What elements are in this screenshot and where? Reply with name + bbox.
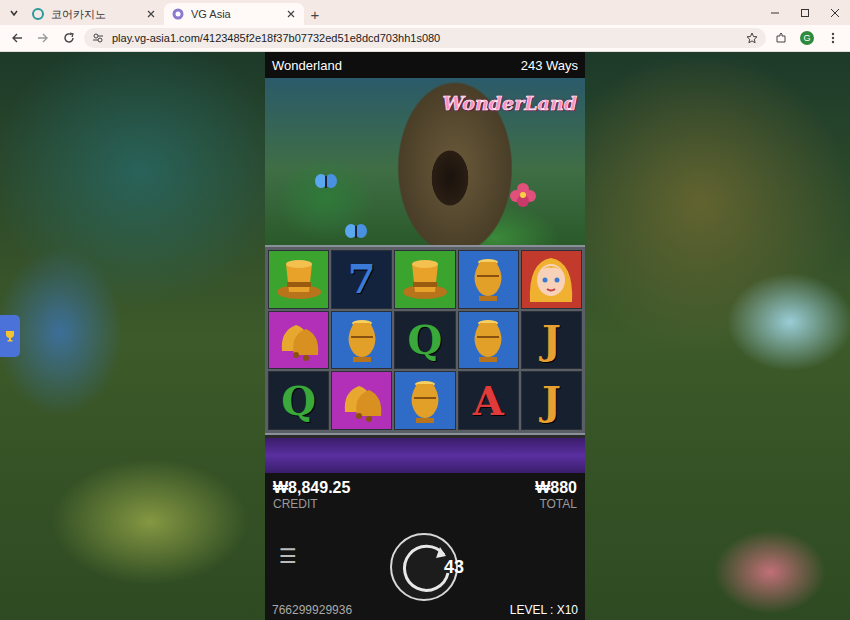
reload-button[interactable] xyxy=(58,27,80,49)
balance-row: ₩8,849.25CREDIT ₩880TOTAL xyxy=(265,473,585,511)
card-symbol: J xyxy=(542,381,561,421)
close-icon[interactable] xyxy=(146,9,156,19)
game-header: Wonderland 243 Ways xyxy=(265,52,585,78)
butterfly-icon xyxy=(345,223,367,241)
hat-icon xyxy=(398,252,452,306)
reel-symbol xyxy=(268,250,329,309)
browser-tab[interactable]: 코어카지노 xyxy=(24,3,164,25)
star-icon[interactable] xyxy=(746,32,758,44)
puzzle-icon[interactable] xyxy=(775,32,787,44)
butterfly-icon xyxy=(315,173,337,191)
reel-symbol: 7 xyxy=(331,250,392,309)
reel-symbol xyxy=(458,250,519,309)
reel-symbol: J xyxy=(521,311,582,370)
card-symbol: Q xyxy=(408,320,443,360)
total-label: TOTAL xyxy=(539,497,577,511)
reel-grid: 7QJQAJ xyxy=(265,245,585,435)
forward-button[interactable] xyxy=(32,27,54,49)
credit-value: ₩8,849.25 xyxy=(273,479,350,497)
credit-block: ₩8,849.25CREDIT xyxy=(273,479,350,511)
win-bar xyxy=(265,435,585,473)
reel-symbol xyxy=(394,371,455,430)
forward-arrow-icon[interactable] xyxy=(37,32,49,44)
game-banner: WonderLand xyxy=(265,78,585,245)
total-bet-block[interactable]: ₩880TOTAL xyxy=(535,479,577,511)
pot-icon xyxy=(461,313,515,367)
back-button[interactable] xyxy=(6,27,28,49)
autospin-arrow-icon[interactable] xyxy=(384,537,444,597)
total-value[interactable]: ₩880 xyxy=(535,479,577,497)
reel-symbol xyxy=(521,250,582,309)
page-content: Wonderland243 WaysWonderLand7QJQAJ₩8,849… xyxy=(0,52,850,620)
minimize-button[interactable] xyxy=(760,8,790,18)
reel-symbol: A xyxy=(458,371,519,430)
card-symbol: J xyxy=(542,320,561,360)
url-field[interactable]: play.vg-asia1.com/4123485f2e18f37b07732e… xyxy=(84,28,766,48)
site-info-icon[interactable] xyxy=(92,32,104,44)
address-bar: play.vg-asia1.com/4123485f2e18f37b07732e… xyxy=(0,25,850,52)
round-id: 766299929936 xyxy=(272,603,352,617)
profile-avatar[interactable]: G xyxy=(800,31,814,45)
card-symbol: Q xyxy=(281,381,316,421)
side-panel-tab[interactable] xyxy=(0,315,20,357)
close-icon[interactable] xyxy=(830,8,840,18)
vg-favicon-icon xyxy=(172,8,184,20)
maximize-icon[interactable] xyxy=(800,8,810,18)
extensions-button[interactable] xyxy=(770,27,792,49)
kebab-menu-icon[interactable] xyxy=(831,32,835,44)
pot-icon xyxy=(398,374,452,428)
alice-icon xyxy=(524,252,578,306)
reel-symbol: J xyxy=(521,371,582,430)
autospin-count[interactable]: 43 xyxy=(444,557,464,578)
game-title: Wonderland xyxy=(272,58,342,73)
new-tab-button[interactable]: + xyxy=(304,3,326,25)
spin-button[interactable]: 43 xyxy=(390,533,458,601)
window-controls xyxy=(760,0,850,25)
globe-icon xyxy=(32,8,44,20)
url-text[interactable]: play.vg-asia1.com/4123485f2e18f37b07732e… xyxy=(112,32,738,44)
game-footer: 766299929936 LEVEL : X10 xyxy=(265,600,585,620)
bell-icon xyxy=(335,374,389,428)
card-symbol: 7 xyxy=(348,259,376,299)
back-arrow-icon[interactable] xyxy=(11,32,23,44)
pot-icon xyxy=(335,313,389,367)
maximize-button[interactable] xyxy=(790,8,820,18)
ways-label: 243 Ways xyxy=(521,58,578,73)
slot-game: Wonderland243 WaysWonderLand7QJQAJ₩8,849… xyxy=(265,52,585,620)
reel-symbol xyxy=(268,311,329,370)
close-window-button[interactable] xyxy=(820,8,850,18)
game-controls: ☰ 43 xyxy=(265,511,585,600)
tab-bar: 코어카지노 VG Asia + xyxy=(0,0,850,25)
bell-icon xyxy=(272,313,326,367)
profile-button[interactable]: G xyxy=(796,27,818,49)
card-symbol: A xyxy=(473,381,504,421)
flower-icon xyxy=(510,183,536,207)
pot-icon xyxy=(461,252,515,306)
tab-label: 코어카지노 xyxy=(51,7,139,22)
trophy-icon[interactable] xyxy=(5,330,15,342)
level-label: LEVEL : X10 xyxy=(510,603,578,617)
reel-symbol xyxy=(331,371,392,430)
reel-symbol xyxy=(331,311,392,370)
credit-label: CREDIT xyxy=(273,497,350,511)
game-menu-button[interactable]: ☰ xyxy=(279,544,299,568)
tab-label: VG Asia xyxy=(191,8,279,20)
chevron-down-icon[interactable] xyxy=(9,8,19,18)
reel-symbol: Q xyxy=(268,371,329,430)
minimize-icon[interactable] xyxy=(770,8,780,18)
hat-icon xyxy=(272,252,326,306)
close-icon[interactable] xyxy=(286,9,296,19)
browser-menu-button[interactable] xyxy=(822,27,844,49)
tab-search[interactable] xyxy=(4,0,24,25)
browser-tab[interactable]: VG Asia xyxy=(164,3,304,25)
reel-symbol xyxy=(458,311,519,370)
reel-symbol xyxy=(394,250,455,309)
reel-symbol: Q xyxy=(394,311,455,370)
reload-icon[interactable] xyxy=(63,32,75,44)
game-logo: WonderLand xyxy=(439,90,581,116)
